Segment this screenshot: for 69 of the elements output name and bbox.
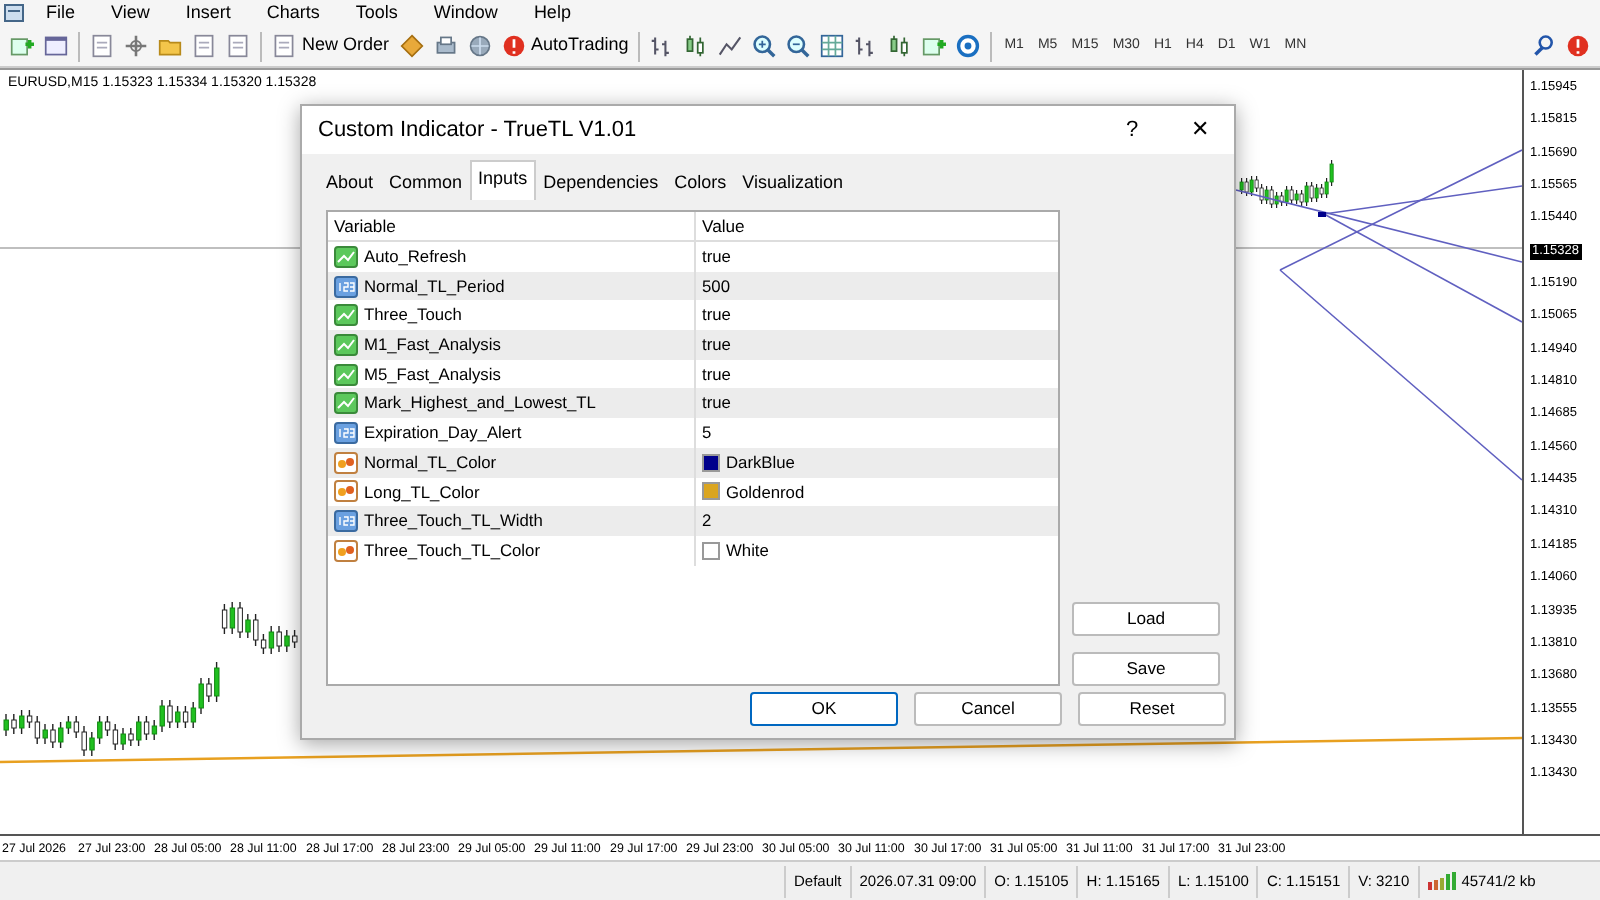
number-input-icon [334, 510, 358, 533]
menu-item[interactable]: Insert [167, 0, 249, 27]
connection-bars-icon [1427, 872, 1456, 890]
bool-input-icon [334, 392, 358, 415]
grid-icon[interactable] [816, 34, 849, 58]
menu-item[interactable]: Charts [248, 0, 338, 27]
bool-input-icon [334, 363, 358, 386]
variable-value[interactable]: 2 [702, 508, 712, 534]
variable-name: Auto_Refresh [364, 244, 467, 270]
crosshair-icon[interactable] [120, 34, 152, 58]
variable-name: Three_Touch_TL_Width [364, 508, 543, 534]
window-icon[interactable] [40, 34, 72, 58]
number-input-icon [334, 421, 358, 444]
variable-value[interactable]: true [702, 302, 731, 329]
new-order-button[interactable]: New Order [268, 32, 394, 60]
zoom-out-icon[interactable] [782, 34, 815, 58]
bool-input-icon [334, 333, 358, 356]
variable-name: M1_Fast_Analysis [364, 332, 501, 358]
variable-name: Normal_TL_Period [364, 273, 505, 299]
variable-value[interactable]: 5 [702, 420, 712, 446]
variable-value[interactable]: true [702, 361, 731, 387]
variable-value[interactable]: White [726, 537, 769, 564]
dialog-button[interactable]: Load [1072, 602, 1220, 636]
bool-input-icon [334, 245, 358, 268]
column-header: Variable [328, 212, 696, 240]
target-icon[interactable] [952, 34, 985, 58]
alert-icon[interactable] [1562, 34, 1594, 58]
dialog-title: Custom Indicator - TrueTL V1.01 [318, 115, 639, 146]
variable-value[interactable]: 500 [702, 273, 730, 299]
menu-item[interactable]: Tools [337, 0, 416, 27]
chart-plus-icon[interactable] [918, 34, 951, 58]
variable-name: Normal_TL_Color [364, 449, 497, 475]
dialog-button[interactable]: Reset [1078, 691, 1226, 725]
dialog-button[interactable]: Save [1072, 652, 1220, 686]
variable-value[interactable]: true [702, 244, 731, 270]
tab[interactable]: Inputs [470, 159, 536, 200]
alert-icon [501, 34, 526, 58]
color-input-icon [334, 539, 358, 562]
zoom-in-icon[interactable] [748, 34, 781, 58]
variable-name: Three_Touch [364, 302, 462, 329]
line-chart-icon[interactable] [714, 34, 747, 58]
menu-item[interactable]: Window [415, 0, 516, 27]
page-icon [272, 34, 296, 58]
variable-value[interactable]: Goldenrod [726, 479, 805, 505]
diamond-icon[interactable] [395, 34, 428, 58]
number-input-icon [334, 275, 358, 298]
variable-name: Long_TL_Color [364, 479, 480, 505]
variable-name: M5_Fast_Analysis [364, 361, 501, 387]
dialog-button[interactable]: Cancel [914, 691, 1062, 725]
menu-item[interactable]: View [93, 0, 168, 27]
variable-name: Mark_Highest_and_Lowest_TL [364, 390, 596, 417]
folder-icon[interactable] [154, 34, 186, 58]
column-header: Value [700, 213, 747, 240]
autotrading-button[interactable]: AutoTrading [497, 32, 633, 60]
color-input-icon [334, 451, 358, 474]
chart-plus-icon[interactable] [6, 34, 38, 58]
variable-name: Three_Touch_TL_Color [364, 537, 540, 564]
menu-item[interactable]: Help [515, 0, 589, 27]
menu-item[interactable]: File [28, 0, 94, 27]
variable-name: Expiration_Day_Alert [364, 420, 522, 446]
close-button[interactable]: ✕ [1166, 111, 1234, 149]
dialog-button[interactable]: OK [750, 691, 898, 725]
bool-input-icon [334, 304, 358, 327]
variable-value[interactable]: DarkBlue [726, 449, 795, 475]
app-icon [4, 4, 24, 22]
help-button[interactable]: ? [1098, 111, 1166, 149]
color-input-icon [334, 480, 358, 503]
variable-value[interactable]: true [702, 390, 731, 417]
variable-value[interactable]: true [702, 332, 731, 358]
